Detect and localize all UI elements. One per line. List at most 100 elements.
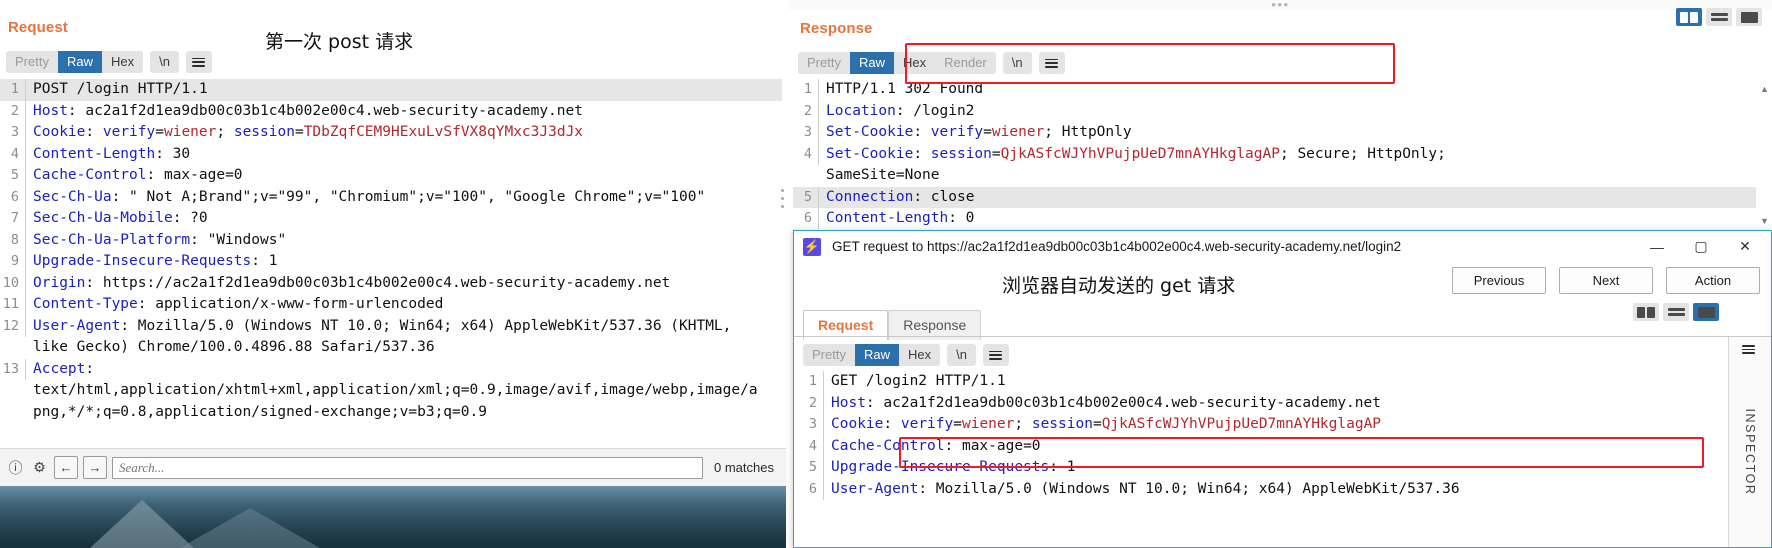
code-token: User-Agent: [33, 317, 121, 334]
tab-raw[interactable]: Raw: [57, 51, 102, 73]
code-token: ;: [1014, 416, 1032, 432]
split-vertical-view-button[interactable]: [1633, 303, 1659, 321]
action-button[interactable]: Action: [1666, 267, 1760, 294]
code-token: Content-Length: [33, 145, 156, 162]
code-token: Content-Type: [33, 296, 138, 312]
code-line: SameSite=None: [793, 165, 1756, 187]
code-token: POST /login HTTP/1.1: [33, 81, 208, 97]
code-token: wiener: [163, 124, 217, 140]
tab-hex[interactable]: Hex: [101, 51, 144, 73]
tab-hex[interactable]: Hex: [898, 344, 941, 366]
code-line: 4 Content-Length: 30: [0, 143, 782, 165]
close-button[interactable]: ✕: [1723, 232, 1767, 262]
scroll-down-arrow-icon[interactable]: ▼: [1758, 214, 1771, 227]
code-token: : max-age=0: [146, 167, 243, 183]
code-token: : Mozilla/5.0 (Windows NT 10.0; Win64; x…: [918, 480, 1460, 497]
tab-pretty[interactable]: Pretty: [798, 52, 850, 74]
code-line: 4 Cache-Control: max-age=0: [798, 435, 1727, 458]
popup-action-buttons: Previous Next Action: [1452, 267, 1760, 294]
code-line-text: Cache-Control: max-age=0: [824, 436, 1727, 458]
code-line: png,*/*;q=0.8,application/signed-exchang…: [0, 402, 782, 424]
line-number: 1: [798, 371, 824, 393]
search-prev-button[interactable]: ←: [54, 456, 78, 479]
tab-raw[interactable]: Raw: [849, 52, 894, 74]
code-token: : 0: [948, 210, 975, 226]
code-line-text: GET /login2 HTTP/1.1: [824, 371, 1727, 393]
scroll-up-arrow-icon[interactable]: ▲: [1758, 82, 1771, 95]
code-token: : Mozilla/5.0 (Windows NT 10.0; Win64; x…: [120, 317, 732, 334]
response-panel: ••• Response Pretty Raw Hex Render \n 1 …: [789, 0, 1772, 236]
tab-newline[interactable]: \n: [1002, 52, 1032, 74]
code-line: text/html,application/xhtml+xml,applicat…: [0, 380, 782, 402]
tab-raw[interactable]: Raw: [854, 344, 899, 366]
code-token: : application/x-www-form-urlencoded: [137, 296, 444, 312]
split-horizontal-view-button[interactable]: [1706, 8, 1732, 26]
next-button[interactable]: Next: [1559, 267, 1653, 294]
gear-icon[interactable]: ⚙: [30, 458, 49, 477]
maximize-button[interactable]: ▢: [1679, 232, 1723, 262]
code-line-text: User-Agent: Mozilla/5.0 (Windows NT 10.0…: [824, 479, 1727, 501]
inspector-menu-icon[interactable]: [1742, 345, 1755, 354]
tab-newline[interactable]: \n: [947, 344, 976, 366]
panel-splitter-handle[interactable]: [778, 79, 787, 459]
tab-newline[interactable]: \n: [150, 51, 179, 73]
code-line-text: Connection: close: [819, 186, 1756, 208]
code-token: Sec-Ch-Ua: [33, 188, 112, 205]
code-line-text: Host: ac2a1f2d1ea9db00c03b1c4b002e00c4.w…: [824, 393, 1727, 415]
code-line: 3 Set-Cookie: verify=wiener; HttpOnly: [793, 122, 1756, 144]
code-token: Sec-Ch-Ua-Mobile: [33, 210, 173, 226]
code-token: QjkASfcWJYhVPujpUeD7mnAYHkglagAP: [1000, 145, 1280, 162]
response-message-editor[interactable]: 1 HTTP/1.1 302 Found 2 Location: /login2 3 Se…: [793, 79, 1756, 229]
popup-view-mode-group: [1633, 303, 1719, 321]
response-panel-title: Response: [800, 20, 873, 37]
code-token: Origin: [33, 274, 86, 291]
code-token: Cookie: [33, 124, 86, 140]
code-token: :: [913, 124, 931, 140]
popup-title-bar[interactable]: ⚡ GET request to https://ac2a1f2d1ea9db0…: [794, 231, 1771, 263]
search-next-button[interactable]: →: [83, 456, 107, 479]
code-token: ; Secure; HttpOnly;: [1279, 145, 1446, 162]
code-line-text: Sec-Ch-Ua: " Not A;Brand";v="99", "Chrom…: [26, 187, 782, 209]
split-vertical-view-button[interactable]: [1676, 8, 1702, 26]
code-token: Content-Length: [826, 210, 949, 226]
code-line-text: Upgrade-Insecure-Requests: 1: [26, 251, 782, 273]
line-number: 3: [0, 122, 26, 144]
code-token: =: [991, 145, 1001, 162]
code-token: like Gecko) Chrome/100.0.4896.88 Safari/…: [33, 339, 435, 355]
annotation-first-post-request: 第一次 post 请求: [265, 31, 414, 53]
request-format-tabbar: Pretty Raw Hex \n: [6, 51, 212, 73]
code-token: =: [294, 124, 304, 140]
panel-top-drag-strip[interactable]: •••: [789, 0, 1772, 11]
tab-hex[interactable]: Hex: [893, 52, 936, 74]
help-icon[interactable]: ⓘ: [6, 458, 25, 477]
request-menu-button[interactable]: [185, 51, 212, 73]
split-horizontal-view-button[interactable]: [1663, 303, 1689, 321]
hamburger-icon: [989, 350, 1003, 360]
request-message-editor[interactable]: 1 POST /login HTTP/1.1 2 Host: ac2a1f2d1ea9…: [0, 79, 782, 446]
code-token: : 1: [251, 253, 278, 269]
wallpaper-mountain-shape-2: [180, 508, 320, 548]
popup-menu-button[interactable]: [982, 344, 1009, 366]
response-menu-button[interactable]: [1038, 52, 1065, 74]
code-token: :: [85, 360, 95, 377]
minimize-button[interactable]: —: [1635, 232, 1679, 262]
code-token: Cache-Control: [33, 167, 147, 183]
tab-pretty[interactable]: Pretty: [803, 344, 855, 366]
search-input[interactable]: [112, 456, 704, 479]
tab-render[interactable]: Render: [935, 52, 996, 74]
popup-message-editor[interactable]: 1 GET /login2 HTTP/1.1 2 Host: ac2a1f2d1ea9…: [798, 371, 1727, 547]
code-token: User-Agent: [831, 480, 919, 497]
single-pane-view-button[interactable]: [1693, 303, 1719, 321]
single-pane-view-button[interactable]: [1736, 8, 1762, 26]
inspector-sidebar[interactable]: INSPECTOR: [1728, 337, 1771, 547]
code-token: Upgrade-Insecure-Requests: [831, 459, 1050, 475]
code-line: 5 Upgrade-Insecure-Requests: 1: [798, 457, 1727, 479]
tab-pretty[interactable]: Pretty: [6, 51, 58, 73]
burp-logo-icon: ⚡: [803, 237, 821, 256]
code-line-text: SameSite=None: [819, 165, 1756, 187]
line-number: 4: [793, 143, 819, 165]
code-token: :: [883, 416, 901, 432]
code-token: QjkASfcWJYhVPujpUeD7mnAYHkglagAP: [1101, 416, 1382, 432]
previous-button[interactable]: Previous: [1452, 267, 1546, 294]
response-view-mode-group: [1676, 8, 1762, 26]
